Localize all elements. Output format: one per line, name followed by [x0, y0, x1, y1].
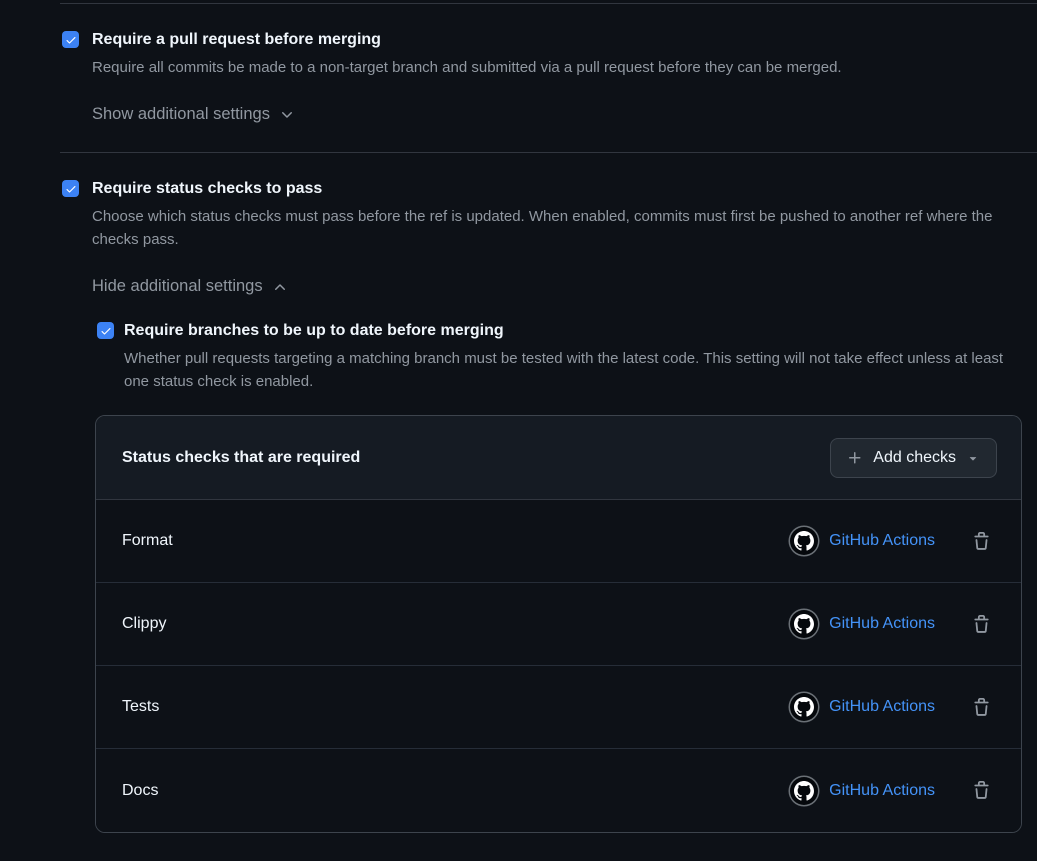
check-source-link[interactable]: GitHub Actions — [829, 782, 935, 800]
required-status-checks-panel: Status checks that are required Add chec… — [95, 415, 1022, 833]
check-name: Docs — [122, 782, 790, 800]
github-octocat-avatar — [790, 610, 818, 638]
github-octocat-avatar — [790, 693, 818, 721]
checkmark-icon — [65, 34, 77, 46]
setting-description: Choose which status checks must pass bef… — [92, 205, 1032, 251]
check-name: Format — [122, 532, 790, 550]
table-row: Clippy GitHub Actions — [96, 583, 1021, 666]
check-source-link[interactable]: GitHub Actions — [829, 615, 935, 633]
table-row: Docs GitHub Actions — [96, 749, 1021, 832]
plus-icon — [847, 450, 863, 466]
trash-icon — [972, 615, 991, 634]
check-name: Tests — [122, 698, 790, 716]
section-pull-request: Require a pull request before merging Re… — [0, 4, 1037, 152]
setting-title: Require branches to be up to date before… — [124, 321, 1012, 340]
github-octocat-avatar — [790, 527, 818, 555]
table-row: Tests GitHub Actions — [96, 666, 1021, 749]
hide-additional-settings-toggle[interactable]: Hide additional settings — [92, 277, 288, 296]
trash-icon — [972, 532, 991, 551]
checkmark-icon — [65, 183, 77, 195]
toggle-label: Hide additional settings — [92, 277, 263, 296]
delete-check-button[interactable] — [972, 781, 991, 800]
setting-description: Require all commits be made to a non-tar… — [92, 56, 842, 79]
section-status-checks: Require status checks to pass Choose whi… — [0, 153, 1037, 861]
require-status-checks-checkbox[interactable] — [62, 180, 79, 197]
check-name: Clippy — [122, 615, 790, 633]
checkmark-icon — [100, 325, 112, 337]
require-pull-request-checkbox[interactable] — [62, 31, 79, 48]
check-rows-list: Format GitHub Actions Clippy — [96, 500, 1021, 832]
delete-check-button[interactable] — [972, 698, 991, 717]
check-source-link[interactable]: GitHub Actions — [829, 698, 935, 716]
panel-title: Status checks that are required — [122, 449, 360, 467]
panel-header: Status checks that are required Add chec… — [96, 416, 1021, 500]
delete-check-button[interactable] — [972, 532, 991, 551]
github-octocat-avatar — [790, 777, 818, 805]
setting-title: Require status checks to pass — [92, 179, 1032, 198]
triangle-down-icon — [966, 451, 980, 465]
delete-check-button[interactable] — [972, 615, 991, 634]
trash-icon — [972, 781, 991, 800]
chevron-down-icon — [279, 107, 295, 123]
toggle-label: Show additional settings — [92, 105, 270, 124]
table-row: Format GitHub Actions — [96, 500, 1021, 583]
trash-icon — [972, 698, 991, 717]
add-checks-label: Add checks — [873, 449, 956, 467]
setting-title: Require a pull request before merging — [92, 30, 842, 49]
show-additional-settings-toggle[interactable]: Show additional settings — [92, 105, 295, 124]
sub-setting-up-to-date: Require branches to be up to date before… — [97, 321, 1037, 393]
chevron-up-icon — [272, 279, 288, 295]
add-checks-button[interactable]: Add checks — [830, 438, 997, 478]
setting-description: Whether pull requests targeting a matchi… — [124, 347, 1012, 393]
require-up-to-date-checkbox[interactable] — [97, 322, 114, 339]
check-source-link[interactable]: GitHub Actions — [829, 532, 935, 550]
